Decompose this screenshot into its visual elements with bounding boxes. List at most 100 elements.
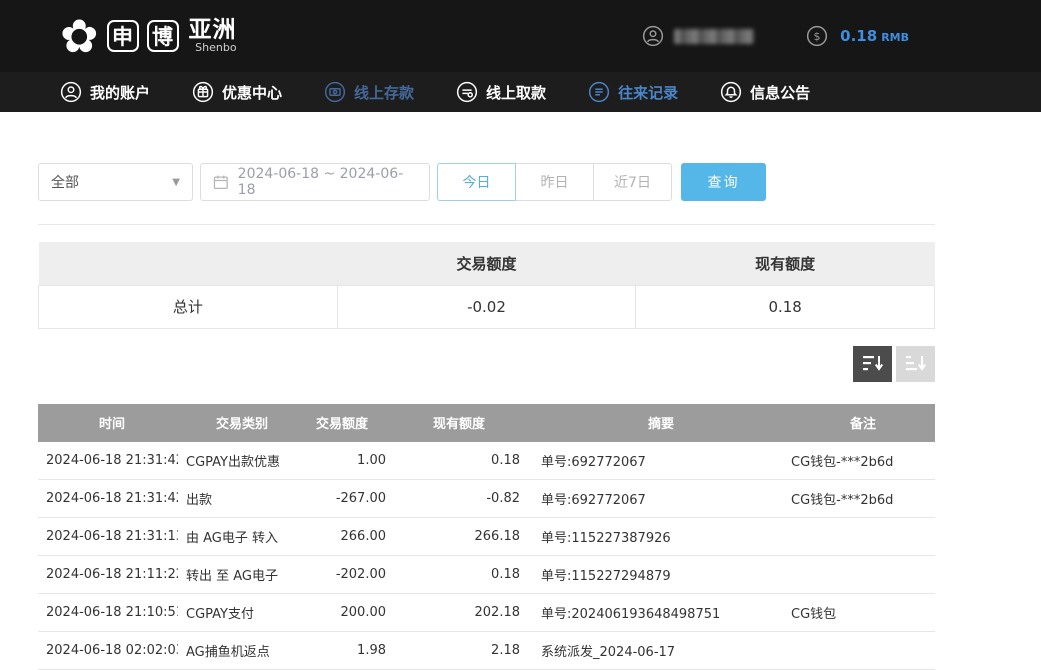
deposit-icon bbox=[324, 81, 346, 103]
table-cell: 单号:692772067 bbox=[526, 442, 781, 480]
table-cell: 单号:202406193648498751 bbox=[526, 594, 781, 632]
balance-currency: RMB bbox=[881, 31, 909, 44]
table-cell: CG钱包-***2b6d bbox=[781, 442, 935, 480]
table-cell: CG钱包-***2b6d bbox=[781, 480, 935, 518]
table-cell: 1.98 bbox=[298, 632, 398, 670]
column-header-4: 摘要 bbox=[526, 404, 781, 442]
summary-header-empty bbox=[39, 242, 338, 285]
table-cell: -202.00 bbox=[298, 556, 398, 594]
main-nav: 我的账户 优惠中心 线上存款 线上 bbox=[0, 72, 1041, 112]
table-cell: 2024-06-18 21:31:13 bbox=[38, 518, 178, 556]
summary-total-label: 总计 bbox=[39, 285, 338, 328]
summary-total-amount: -0.02 bbox=[337, 285, 636, 328]
account-area: $ 0.18 RMB bbox=[642, 25, 909, 47]
table-cell: 转出 至 AG电子 bbox=[178, 556, 298, 594]
type-select-value: 全部 bbox=[51, 172, 79, 192]
table-cell: 2024-06-18 02:02:03 bbox=[38, 632, 178, 670]
column-header-2: 交易额度 bbox=[298, 404, 398, 442]
table-row: 2024-06-18 21:10:51CGPAY支付200.00202.18单号… bbox=[38, 594, 935, 632]
table-cell: AG捕鱼机返点 bbox=[178, 632, 298, 670]
withdraw-icon bbox=[456, 81, 478, 103]
table-cell: 266.00 bbox=[298, 518, 398, 556]
flower-icon: ✿ bbox=[60, 13, 99, 59]
summary-total-balance: 0.18 bbox=[636, 285, 935, 328]
summary-total-row: 总计 -0.02 0.18 bbox=[39, 285, 935, 328]
calendar-icon bbox=[213, 174, 229, 190]
dollar-glyph: $ bbox=[814, 30, 821, 43]
quick-button-last7days[interactable]: 近7日 bbox=[593, 163, 672, 201]
promo-icon bbox=[192, 81, 214, 103]
table-cell: 2024-06-18 21:31:42 bbox=[38, 480, 178, 518]
table-cell: CGPAY支付 bbox=[178, 594, 298, 632]
table-cell bbox=[781, 632, 935, 670]
user-avatar-icon[interactable] bbox=[642, 25, 664, 47]
quick-button-today[interactable]: 今日 bbox=[437, 163, 516, 201]
column-header-0: 时间 bbox=[38, 404, 178, 442]
table-cell: 200.00 bbox=[298, 594, 398, 632]
quick-button-yesterday[interactable]: 昨日 bbox=[515, 163, 594, 201]
table-cell: 0.18 bbox=[398, 556, 526, 594]
table-cell: 1.00 bbox=[298, 442, 398, 480]
table-cell: -0.82 bbox=[398, 480, 526, 518]
table-cell: 系统派发_2024-06-17 bbox=[526, 632, 781, 670]
table-cell: 单号:115227387926 bbox=[526, 518, 781, 556]
nav-label: 线上取款 bbox=[486, 82, 546, 103]
nav-item-transaction-records[interactable]: 往来记录 bbox=[588, 81, 678, 103]
date-range-value: 2024-06-18 ~ 2024-06-18 bbox=[238, 166, 417, 198]
nav-label: 信息公告 bbox=[750, 82, 810, 103]
filter-bar: 全部 ▼ 2024-06-18 ~ 2024-06-18 今日 昨日 近7日 查… bbox=[38, 163, 935, 201]
nav-item-promotions[interactable]: 优惠中心 bbox=[192, 81, 282, 103]
summary-header-amount: 交易额度 bbox=[337, 242, 636, 285]
table-cell: 出款 bbox=[178, 480, 298, 518]
top-header: ✿ 申 博 亚洲 Shenbo $ 0.18 RMB bbox=[0, 0, 1041, 72]
table-cell: 单号:692772067 bbox=[526, 480, 781, 518]
table-cell: 202.18 bbox=[398, 594, 526, 632]
brand-logo[interactable]: ✿ 申 博 亚洲 Shenbo bbox=[60, 13, 237, 59]
nav-item-announcements[interactable]: 信息公告 bbox=[720, 81, 810, 103]
announcement-bell-icon bbox=[720, 81, 742, 103]
transactions-section: 时间交易类别交易额度现有额度摘要备注 2024-06-18 21:31:42CG… bbox=[38, 404, 935, 670]
table-cell: CGPAY出款优惠 bbox=[178, 442, 298, 480]
brand-char-bo: 博 bbox=[147, 20, 179, 52]
search-button[interactable]: 查询 bbox=[681, 163, 766, 201]
balance-coin-icon: $ bbox=[806, 25, 828, 47]
quick-date-group: 今日 昨日 近7日 bbox=[437, 163, 672, 201]
nav-item-online-deposit[interactable]: 线上存款 bbox=[324, 81, 414, 103]
table-cell: 0.18 bbox=[398, 442, 526, 480]
table-row: 2024-06-18 21:31:13由 AG电子 转入266.00266.18… bbox=[38, 518, 935, 556]
column-header-5: 备注 bbox=[781, 404, 935, 442]
nav-label: 线上存款 bbox=[354, 82, 414, 103]
sort-ascending-button[interactable] bbox=[896, 346, 935, 382]
nav-item-online-withdrawal[interactable]: 线上取款 bbox=[456, 81, 546, 103]
section-divider bbox=[38, 224, 935, 225]
table-cell: 2024-06-18 21:11:22 bbox=[38, 556, 178, 594]
nav-item-my-account[interactable]: 我的账户 bbox=[60, 81, 150, 103]
transactions-table: 时间交易类别交易额度现有额度摘要备注 2024-06-18 21:31:42CG… bbox=[38, 404, 935, 670]
table-row: 2024-06-18 21:31:42出款-267.00-0.82单号:6927… bbox=[38, 480, 935, 518]
type-select[interactable]: 全部 ▼ bbox=[38, 163, 193, 201]
brand-region: 亚洲 bbox=[189, 18, 237, 42]
table-cell: CG钱包 bbox=[781, 594, 935, 632]
table-cell: 2024-06-18 21:31:42 bbox=[38, 442, 178, 480]
nav-label: 我的账户 bbox=[90, 82, 150, 103]
summary-table: 交易额度 现有额度 总计 -0.02 0.18 bbox=[38, 242, 935, 329]
user-icon bbox=[60, 81, 82, 103]
date-range-input[interactable]: 2024-06-18 ~ 2024-06-18 bbox=[200, 163, 430, 201]
table-cell: 单号:115227294879 bbox=[526, 556, 781, 594]
chevron-down-icon: ▼ bbox=[172, 177, 180, 188]
table-cell: 由 AG电子 转入 bbox=[178, 518, 298, 556]
column-header-1: 交易类别 bbox=[178, 404, 298, 442]
sort-descending-button[interactable] bbox=[853, 346, 892, 382]
balance-amount: 0.18 bbox=[840, 27, 877, 45]
table-cell: -267.00 bbox=[298, 480, 398, 518]
transactions-header-row: 时间交易类别交易额度现有额度摘要备注 bbox=[38, 404, 935, 442]
table-cell: 266.18 bbox=[398, 518, 526, 556]
sort-descending-icon bbox=[862, 354, 884, 373]
table-cell: 2.18 bbox=[398, 632, 526, 670]
table-cell bbox=[781, 556, 935, 594]
table-row: 2024-06-18 02:02:03AG捕鱼机返点1.982.18系统派发_2… bbox=[38, 632, 935, 670]
summary-header-row: 交易额度 现有额度 bbox=[39, 242, 935, 285]
table-cell: 2024-06-18 21:10:51 bbox=[38, 594, 178, 632]
table-row: 2024-06-18 21:11:22转出 至 AG电子-202.000.18单… bbox=[38, 556, 935, 594]
column-header-3: 现有额度 bbox=[398, 404, 526, 442]
